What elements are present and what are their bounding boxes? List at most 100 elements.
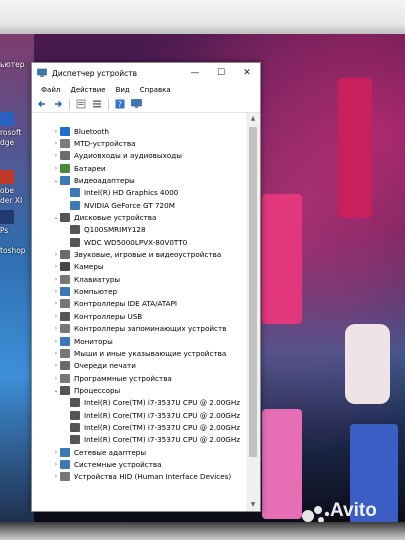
chevron-right-icon[interactable]: › [52,461,60,468]
chevron-right-icon[interactable]: › [52,165,60,172]
device-label: MTD-устройства [74,139,136,149]
device-category[interactable]: › Сетевые адаптеры [32,446,246,458]
device-category[interactable]: › Bluetooth [32,125,246,137]
menu-view[interactable]: Вид [111,86,135,94]
device-item[interactable]: Intel(R) Core(TM) i7-3537U CPU @ 2.00GHz [32,397,246,409]
desktop-icon-label[interactable]: toshop [0,246,26,255]
desktop-icon-label[interactable]: der XI [0,196,22,205]
help-icon[interactable]: ? [114,98,126,110]
device-category[interactable]: › Батареи [32,162,246,174]
keyboard-icon [60,274,70,284]
scroll-down-arrow[interactable]: ▼ [246,499,260,511]
desktop-icon-label[interactable]: Ps [0,226,8,235]
chevron-right-icon[interactable]: › [52,350,60,357]
chevron-right-icon[interactable]: › [52,128,60,135]
device-item[interactable]: Intel(R) Core(TM) i7-3537U CPU @ 2.00GHz [32,434,246,446]
menu-help[interactable]: Справка [135,86,176,94]
desktop-icon-label[interactable]: ьютер [0,60,24,69]
photo-bezel-bottom [0,522,405,540]
device-category[interactable]: › Клавиатуры [32,273,246,285]
device-category[interactable]: › Звуковые, игровые и видеоустройства [32,248,246,260]
chevron-right-icon[interactable]: › [52,338,60,345]
chevron-right-icon[interactable]: › [52,362,60,369]
title-bar[interactable]: Диспетчер устройств — ☐ ✕ [32,63,260,83]
menu-action[interactable]: Действие [65,86,110,94]
chevron-right-icon[interactable]: › [52,251,60,258]
chevron-right-icon[interactable]: › [52,300,60,307]
device-label: Батареи [74,163,106,173]
desktop-app-icon[interactable] [0,210,14,224]
bluetooth-icon [60,126,70,136]
vertical-scrollbar[interactable]: ▲ ▼ [246,113,260,511]
back-icon[interactable] [36,98,48,110]
processor-icon [70,410,80,420]
device-tree: › Bluetooth › MTD-устройства › Аудиовходы и а… [32,113,246,511]
device-category[interactable]: ⌄ Дисковые устройства [32,211,246,223]
device-category[interactable]: › Контроллеры IDE ATA/ATAPI [32,298,246,310]
chevron-down-icon[interactable]: ⌄ [52,177,60,184]
chevron-down-icon[interactable]: ⌄ [52,387,60,394]
software-device-icon [60,373,70,383]
device-item[interactable]: NVIDIA GeForce GT 720M [32,199,246,211]
device-label: Контроллеры USB [74,311,143,321]
device-category[interactable]: › Устройства HID (Human Interface Devices… [32,471,246,483]
device-label: WDC WD5000LPVX-80V0TT0 [84,237,188,247]
scroll-thumb[interactable] [249,127,257,457]
device-item[interactable]: WDC WD5000LPVX-80V0TT0 [32,236,246,248]
device-item[interactable]: Intel(R) Core(TM) i7-3537U CPU @ 2.00GHz [32,409,246,421]
device-category[interactable]: ⌄ Процессоры [32,384,246,396]
device-category[interactable]: › Мониторы [32,335,246,347]
device-category[interactable]: › MTD-устройства [32,137,246,149]
device-category[interactable]: › Мыши и иные указывающие устройства [32,347,246,359]
device-category[interactable]: › Очереди печати [32,360,246,372]
scroll-up-arrow[interactable]: ▲ [246,113,260,125]
device-item[interactable]: Intel(R) Core(TM) i7-3537U CPU @ 2.00GHz [32,421,246,433]
neon-sign [262,194,302,324]
device-label: Программные устройства [74,373,172,383]
device-label: Контроллеры IDE ATA/ATAPI [74,299,178,309]
menu-file[interactable]: Файл [36,86,65,94]
device-item[interactable]: Q100SMRIMY128 [32,224,246,236]
chevron-right-icon[interactable]: › [52,375,60,382]
device-label: Системные устройства [74,459,162,469]
maximize-button[interactable]: ☐ [208,63,234,83]
device-category[interactable]: › Контроллеры запоминающих устройств [32,323,246,335]
properties-icon[interactable] [75,98,87,110]
close-button[interactable]: ✕ [234,63,260,83]
processor-icon [60,385,70,395]
desktop-app-icon[interactable] [0,170,14,184]
chevron-right-icon[interactable]: › [52,152,60,159]
storage-controller-icon [60,324,70,334]
desktop-left-strip [0,34,34,522]
toolbar-separator [69,98,70,110]
chevron-right-icon[interactable]: › [52,473,60,480]
device-category[interactable]: › Системные устройства [32,458,246,470]
chevron-down-icon[interactable]: ⌄ [52,214,60,221]
desktop-icon-label[interactable]: obe [0,186,14,195]
minimize-button[interactable]: — [182,63,208,83]
display-adapter-icon [70,188,80,198]
chevron-right-icon[interactable]: › [52,276,60,283]
forward-icon[interactable] [52,98,64,110]
device-category[interactable]: › Контроллеры USB [32,310,246,322]
list-icon[interactable] [91,98,103,110]
device-category[interactable]: › Аудиовходы и аудиовыходы [32,150,246,162]
desktop-icon-label[interactable]: rosoft [0,128,21,137]
mouse-icon [60,348,70,358]
chevron-right-icon[interactable]: › [52,263,60,270]
chevron-right-icon[interactable]: › [52,449,60,456]
monitor-icon[interactable] [130,98,142,110]
chevron-right-icon[interactable]: › [52,140,60,147]
device-item[interactable]: Intel(R) HD Graphics 4000 [32,187,246,199]
device-category[interactable]: ⌄ Видеоадаптеры [32,174,246,186]
chevron-right-icon[interactable]: › [52,288,60,295]
device-category[interactable]: › Компьютер [32,285,246,297]
desktop-icon-label[interactable]: dge [0,138,14,147]
chevron-right-icon[interactable]: › [52,325,60,332]
device-category[interactable]: › Программные устройства [32,372,246,384]
chevron-right-icon[interactable]: › [52,313,60,320]
device-category[interactable]: › Камеры [32,261,246,273]
battery-icon [60,163,70,173]
desktop-app-icon[interactable] [0,112,14,126]
camera-icon [60,262,70,272]
